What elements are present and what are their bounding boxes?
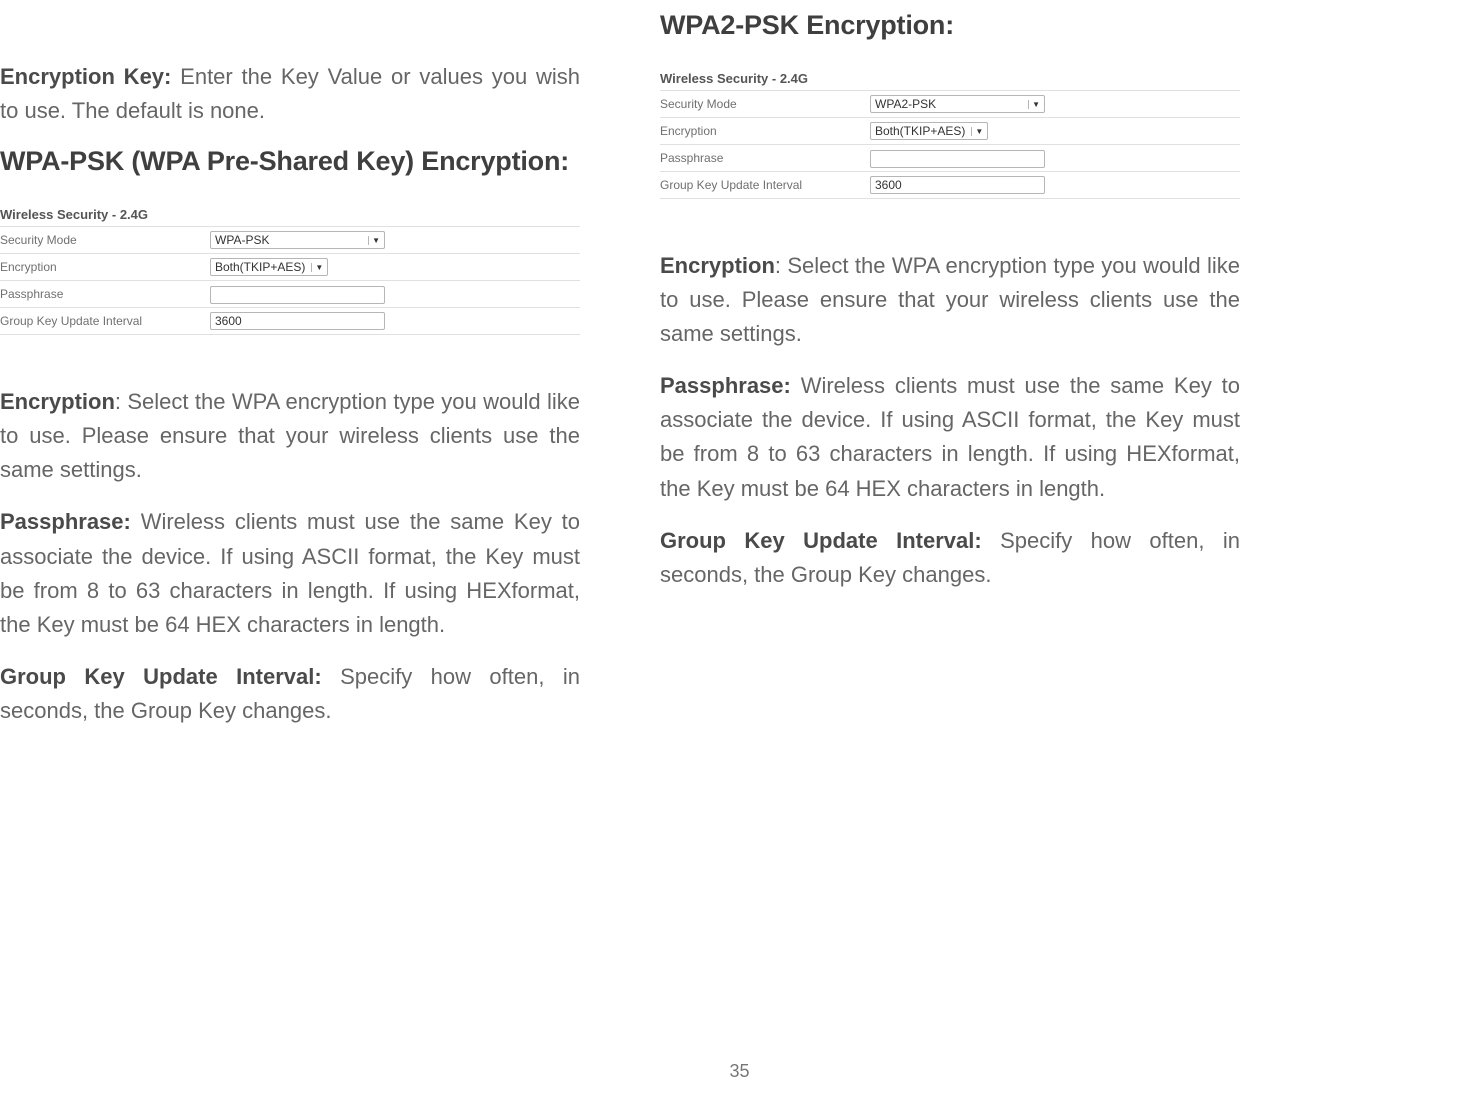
label-security-mode: Security Mode xyxy=(0,233,210,247)
row-security-mode: Security Mode WPA-PSK ▼ xyxy=(0,226,580,253)
label-interval: Group Key Update Interval xyxy=(0,314,210,328)
wpa2-psk-settings-screenshot: Wireless Security - 2.4G Security Mode W… xyxy=(660,71,1240,199)
row-encryption-2: Encryption Both(TKIP+AES) ▼ xyxy=(660,117,1240,144)
row-passphrase: Passphrase xyxy=(0,280,580,307)
right-column: WPA2-PSK Encryption: Wireless Security -… xyxy=(660,10,1240,746)
left-column: Encryption Key: Enter the Key Value or v… xyxy=(0,10,580,746)
para-encryption-label: Encryption xyxy=(0,389,115,414)
para-interval-label: Group Key Update Interval: xyxy=(0,664,322,689)
select-security-mode-2-value: WPA2-PSK xyxy=(875,97,936,111)
wpa-psk-heading: WPA-PSK (WPA Pre-Shared Key) Encryption: xyxy=(0,146,580,177)
wpa2-psk-heading: WPA2-PSK Encryption: xyxy=(660,10,1240,41)
para-passphrase-2: Passphrase: Wireless clients must use th… xyxy=(660,369,1240,505)
input-interval[interactable]: 3600 xyxy=(210,312,385,330)
input-passphrase-2[interactable] xyxy=(870,150,1045,168)
select-encryption-2[interactable]: Both(TKIP+AES) ▼ xyxy=(870,122,988,140)
para-passphrase-label: Passphrase: xyxy=(0,509,131,534)
select-security-mode-value: WPA-PSK xyxy=(215,233,269,247)
para-passphrase: Passphrase: Wireless clients must use th… xyxy=(0,505,580,641)
input-interval-2[interactable]: 3600 xyxy=(870,176,1045,194)
para-passphrase-2-label: Passphrase: xyxy=(660,373,791,398)
label-passphrase-2: Passphrase xyxy=(660,151,870,165)
select-security-mode-2[interactable]: WPA2-PSK ▼ xyxy=(870,95,1045,113)
wpa-psk-settings-screenshot: Wireless Security - 2.4G Security Mode W… xyxy=(0,207,580,335)
input-interval-2-value: 3600 xyxy=(875,178,902,192)
row-encryption: Encryption Both(TKIP+AES) ▼ xyxy=(0,253,580,280)
row-interval: Group Key Update Interval 3600 xyxy=(0,307,580,335)
input-passphrase[interactable] xyxy=(210,286,385,304)
label-security-mode-2: Security Mode xyxy=(660,97,870,111)
label-encryption-2: Encryption xyxy=(660,124,870,138)
select-security-mode[interactable]: WPA-PSK ▼ xyxy=(210,231,385,249)
row-passphrase-2: Passphrase xyxy=(660,144,1240,171)
label-interval-2: Group Key Update Interval xyxy=(660,178,870,192)
chevron-down-icon: ▼ xyxy=(368,236,380,245)
select-encryption[interactable]: Both(TKIP+AES) ▼ xyxy=(210,258,328,276)
para-interval: Group Key Update Interval: Specify how o… xyxy=(0,660,580,728)
encryption-key-label: Encryption Key: xyxy=(0,64,171,89)
chevron-down-icon: ▼ xyxy=(311,263,323,272)
label-passphrase: Passphrase xyxy=(0,287,210,301)
page-number: 35 xyxy=(0,1061,1479,1082)
select-encryption-value: Both(TKIP+AES) xyxy=(215,260,305,274)
row-security-mode-2: Security Mode WPA2-PSK ▼ xyxy=(660,90,1240,117)
para-encryption: Encryption: Select the WPA encryption ty… xyxy=(0,385,580,487)
input-interval-value: 3600 xyxy=(215,314,242,328)
row-interval-2: Group Key Update Interval 3600 xyxy=(660,171,1240,199)
para-encryption-2: Encryption: Select the WPA encryption ty… xyxy=(660,249,1240,351)
wireless-security-title: Wireless Security - 2.4G xyxy=(0,207,580,226)
wireless-security-title-2: Wireless Security - 2.4G xyxy=(660,71,1240,90)
para-encryption-2-label: Encryption xyxy=(660,253,775,278)
para-interval-2: Group Key Update Interval: Specify how o… xyxy=(660,524,1240,592)
label-encryption: Encryption xyxy=(0,260,210,274)
encryption-key-paragraph: Encryption Key: Enter the Key Value or v… xyxy=(0,60,580,128)
chevron-down-icon: ▼ xyxy=(971,127,983,136)
select-encryption-2-value: Both(TKIP+AES) xyxy=(875,124,965,138)
chevron-down-icon: ▼ xyxy=(1028,100,1040,109)
para-interval-2-label: Group Key Update Interval: xyxy=(660,528,982,553)
